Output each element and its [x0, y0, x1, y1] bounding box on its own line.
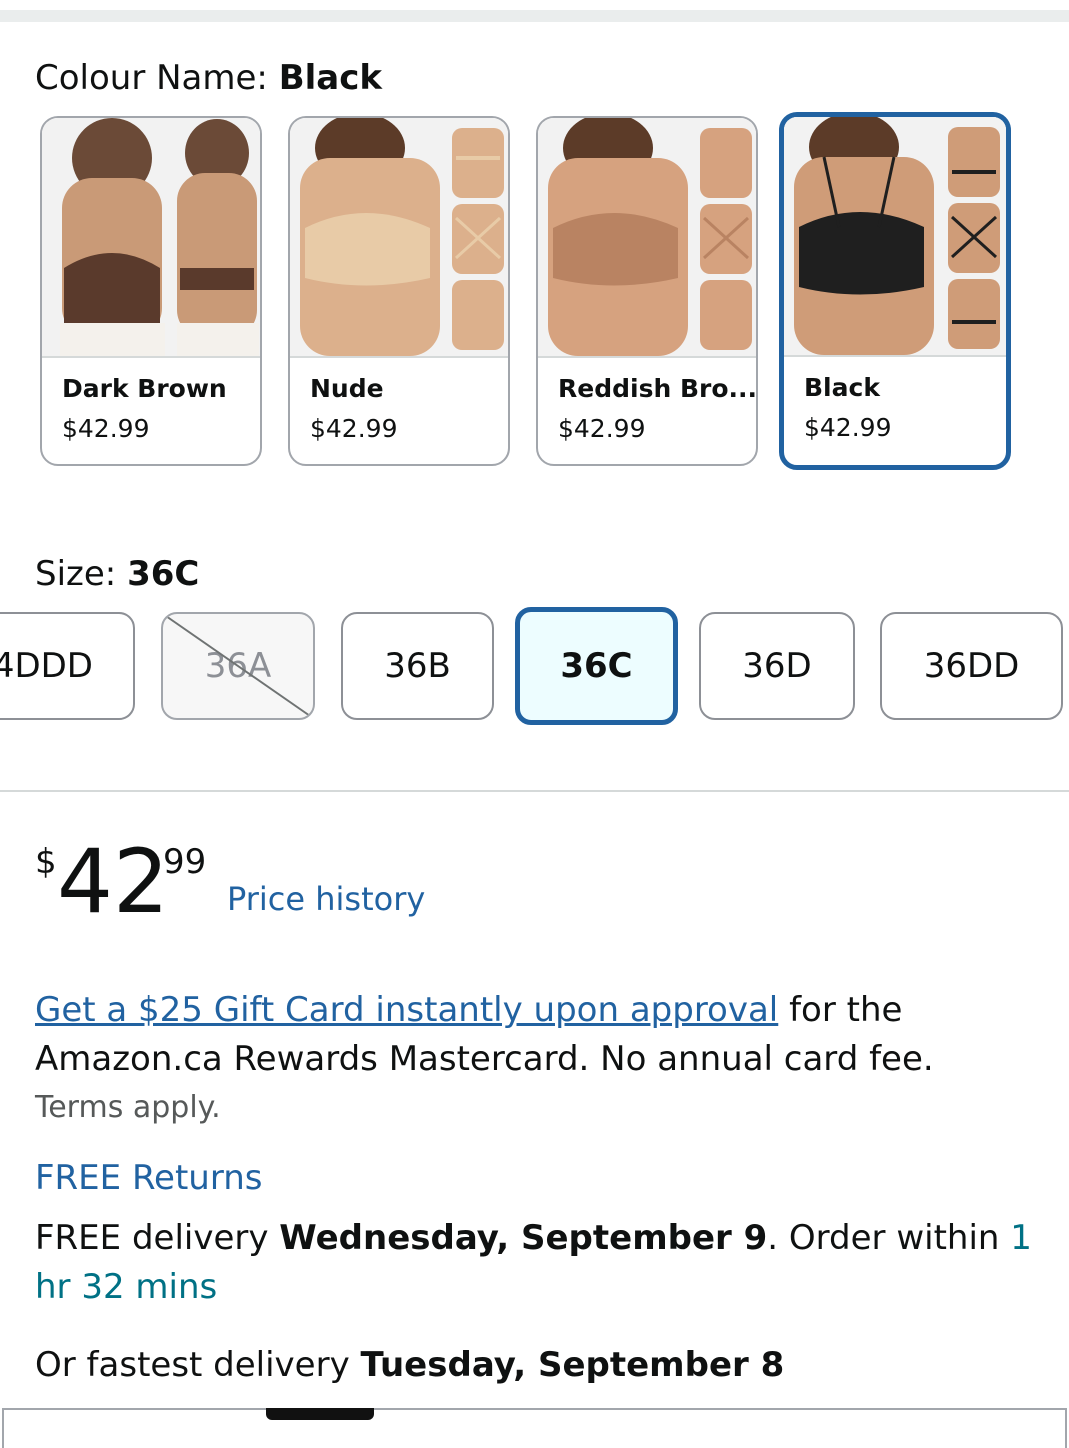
size-option-36c[interactable]: 36C — [515, 607, 678, 725]
bottom-sheet-handle[interactable] — [266, 1408, 374, 1420]
swatch-meta: Black $42.99 — [804, 371, 891, 445]
delivery-prefix: FREE delivery — [35, 1218, 280, 1258]
colour-selected-value: Black — [278, 58, 382, 98]
price-currency-symbol: $ — [35, 842, 57, 882]
fastest-delivery: Or fastest delivery Tuesday, September 8 — [35, 1342, 784, 1388]
swatch-price: $42.99 — [804, 413, 892, 442]
size-option-36b[interactable]: 36B — [341, 612, 494, 720]
swatch-image-reddish-brown — [538, 118, 756, 358]
swatch-reddish-brown[interactable]: Reddish Bro... $42.99 — [536, 116, 758, 466]
price-history-link[interactable]: Price history — [227, 880, 425, 918]
size-option-label: 4DDD — [0, 646, 93, 686]
size-option-label: 36D — [742, 646, 812, 686]
swatch-name: Black — [804, 373, 880, 402]
swatch-name: Dark Brown — [62, 374, 227, 403]
fastest-delivery-prefix: Or fastest delivery — [35, 1345, 361, 1385]
delivery-info: FREE delivery Wednesday, September 9. Or… — [35, 1214, 1045, 1312]
swatch-meta: Nude $42.99 — [310, 372, 397, 446]
unavailable-strike-icon — [163, 614, 313, 718]
swatch-meta: Reddish Bro... $42.99 — [558, 372, 757, 446]
size-option-36d[interactable]: 36D — [699, 612, 855, 720]
size-option-label: 36B — [384, 646, 451, 686]
price-whole: 42 — [57, 830, 169, 933]
size-option-4ddd[interactable]: 4DDD — [0, 612, 135, 720]
price-fraction: 99 — [163, 842, 207, 882]
swatch-image-black — [784, 117, 1006, 357]
gift-card-promo: Get a $25 Gift Card instantly upon appro… — [35, 986, 1035, 1084]
swatch-image-nude — [290, 118, 508, 358]
swatch-name: Reddish Bro... — [558, 374, 757, 403]
swatch-price: $42.99 — [558, 414, 646, 443]
gift-card-promo-link[interactable]: Get a $25 Gift Card instantly upon appro… — [35, 990, 778, 1030]
size-option-label: 36C — [560, 646, 633, 686]
bottom-sheet[interactable] — [2, 1408, 1067, 1448]
section-divider — [0, 790, 1069, 792]
size-option-label: 36DD — [923, 646, 1020, 686]
size-selected-value: 36C — [127, 554, 200, 594]
swatch-dark-brown[interactable]: Dark Brown $42.99 — [40, 116, 262, 466]
delivery-date: Wednesday, September 9 — [279, 1218, 768, 1258]
swatch-nude[interactable]: Nude $42.99 — [288, 116, 510, 466]
size-label: Size: 36C — [35, 552, 199, 596]
terms-apply: Terms apply. — [35, 1090, 221, 1125]
swatch-price: $42.99 — [310, 414, 398, 443]
size-option-36dd[interactable]: 36DD — [880, 612, 1063, 720]
swatch-price: $42.99 — [62, 414, 150, 443]
size-option-36a-unavailable[interactable]: 36A — [161, 612, 315, 720]
top-strip — [0, 0, 1069, 10]
swatch-image-dark-brown — [42, 118, 260, 358]
top-divider — [0, 10, 1069, 22]
colour-label-prefix: Colour Name: — [35, 58, 279, 98]
swatch-name: Nude — [310, 374, 384, 403]
size-label-prefix: Size: — [35, 554, 128, 594]
fastest-delivery-date: Tuesday, September 8 — [360, 1345, 785, 1385]
free-returns-link[interactable]: FREE Returns — [35, 1158, 263, 1198]
delivery-middle: . Order within — [767, 1218, 1011, 1258]
swatch-meta: Dark Brown $42.99 — [62, 372, 227, 446]
swatch-black[interactable]: Black $42.99 — [779, 112, 1011, 470]
colour-name-label: Colour Name: Black — [35, 56, 382, 100]
